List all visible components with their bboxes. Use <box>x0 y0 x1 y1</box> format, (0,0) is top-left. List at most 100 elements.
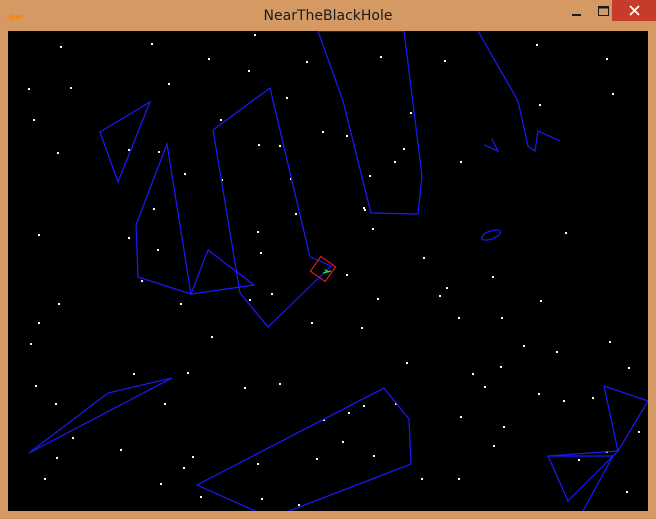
star <box>211 336 213 338</box>
star <box>279 145 281 147</box>
star <box>342 441 344 443</box>
minimize-button[interactable] <box>564 0 590 21</box>
star <box>254 34 256 36</box>
star <box>626 491 628 493</box>
star <box>208 58 210 60</box>
star <box>523 345 525 347</box>
star <box>612 93 614 95</box>
asteroid <box>477 31 561 153</box>
star <box>444 60 446 62</box>
star <box>261 498 263 500</box>
star <box>260 252 262 254</box>
star <box>192 456 194 458</box>
star <box>271 293 273 295</box>
star <box>606 58 608 60</box>
star <box>565 232 567 234</box>
star <box>540 300 542 302</box>
star <box>609 341 611 343</box>
star <box>157 249 159 251</box>
star <box>458 478 460 480</box>
star <box>279 383 281 385</box>
star <box>536 44 538 46</box>
window-title: NearTheBlackHole <box>263 8 393 24</box>
game-window: NearTheBlackHole <box>0 0 656 519</box>
star <box>257 463 259 465</box>
star <box>141 280 143 282</box>
star <box>501 317 503 319</box>
star <box>316 458 318 460</box>
game-scene[interactable] <box>8 31 648 511</box>
asteroids <box>28 31 648 511</box>
star <box>439 295 441 297</box>
asteroid <box>317 31 423 215</box>
maximize-icon <box>597 1 609 20</box>
star <box>187 372 189 374</box>
asteroid <box>195 387 412 511</box>
star <box>638 431 640 433</box>
star <box>38 322 40 324</box>
star <box>248 70 250 72</box>
star <box>578 459 580 461</box>
star <box>556 351 558 353</box>
star <box>460 416 462 418</box>
asteroid <box>190 249 256 295</box>
star <box>628 367 630 369</box>
star <box>60 46 62 48</box>
star <box>406 362 408 364</box>
game-viewport[interactable] <box>8 31 648 511</box>
star <box>57 152 59 154</box>
star <box>44 478 46 480</box>
asteroid <box>135 141 192 295</box>
star <box>183 467 185 469</box>
star <box>33 119 35 121</box>
close-icon <box>629 1 640 20</box>
star <box>460 161 462 163</box>
star <box>364 209 366 211</box>
star <box>72 437 74 439</box>
star <box>423 257 425 259</box>
star <box>369 175 371 177</box>
star <box>363 207 365 209</box>
star <box>120 449 122 451</box>
star <box>421 478 423 480</box>
close-button[interactable] <box>612 0 656 21</box>
asteroid <box>99 100 152 184</box>
star <box>58 303 60 305</box>
asteroid <box>212 86 333 328</box>
star <box>133 373 135 375</box>
star <box>538 393 540 395</box>
asteroid <box>603 385 648 453</box>
star <box>592 397 594 399</box>
star <box>168 83 170 85</box>
minimize-icon <box>572 1 582 20</box>
star <box>30 343 32 345</box>
asteroid <box>28 377 173 454</box>
title-bar[interactable]: NearTheBlackHole <box>0 0 656 32</box>
star <box>200 496 202 498</box>
star <box>153 208 155 210</box>
asteroid <box>483 138 500 153</box>
star <box>28 88 30 90</box>
star <box>220 119 222 121</box>
app-icon[interactable] <box>6 9 24 23</box>
star <box>373 455 375 457</box>
player-ship[interactable] <box>309 255 337 283</box>
star <box>295 213 297 215</box>
star <box>380 56 382 58</box>
star <box>500 366 502 368</box>
star <box>286 97 288 99</box>
star <box>306 61 308 63</box>
star <box>446 287 448 289</box>
star <box>372 228 374 230</box>
star <box>70 87 72 89</box>
star <box>410 112 412 114</box>
star <box>472 373 474 375</box>
star <box>492 276 494 278</box>
star <box>377 298 379 300</box>
star <box>484 386 486 388</box>
star <box>55 403 57 405</box>
ship-icon <box>322 269 332 274</box>
star <box>298 504 300 506</box>
star <box>348 412 350 414</box>
star <box>394 161 396 163</box>
